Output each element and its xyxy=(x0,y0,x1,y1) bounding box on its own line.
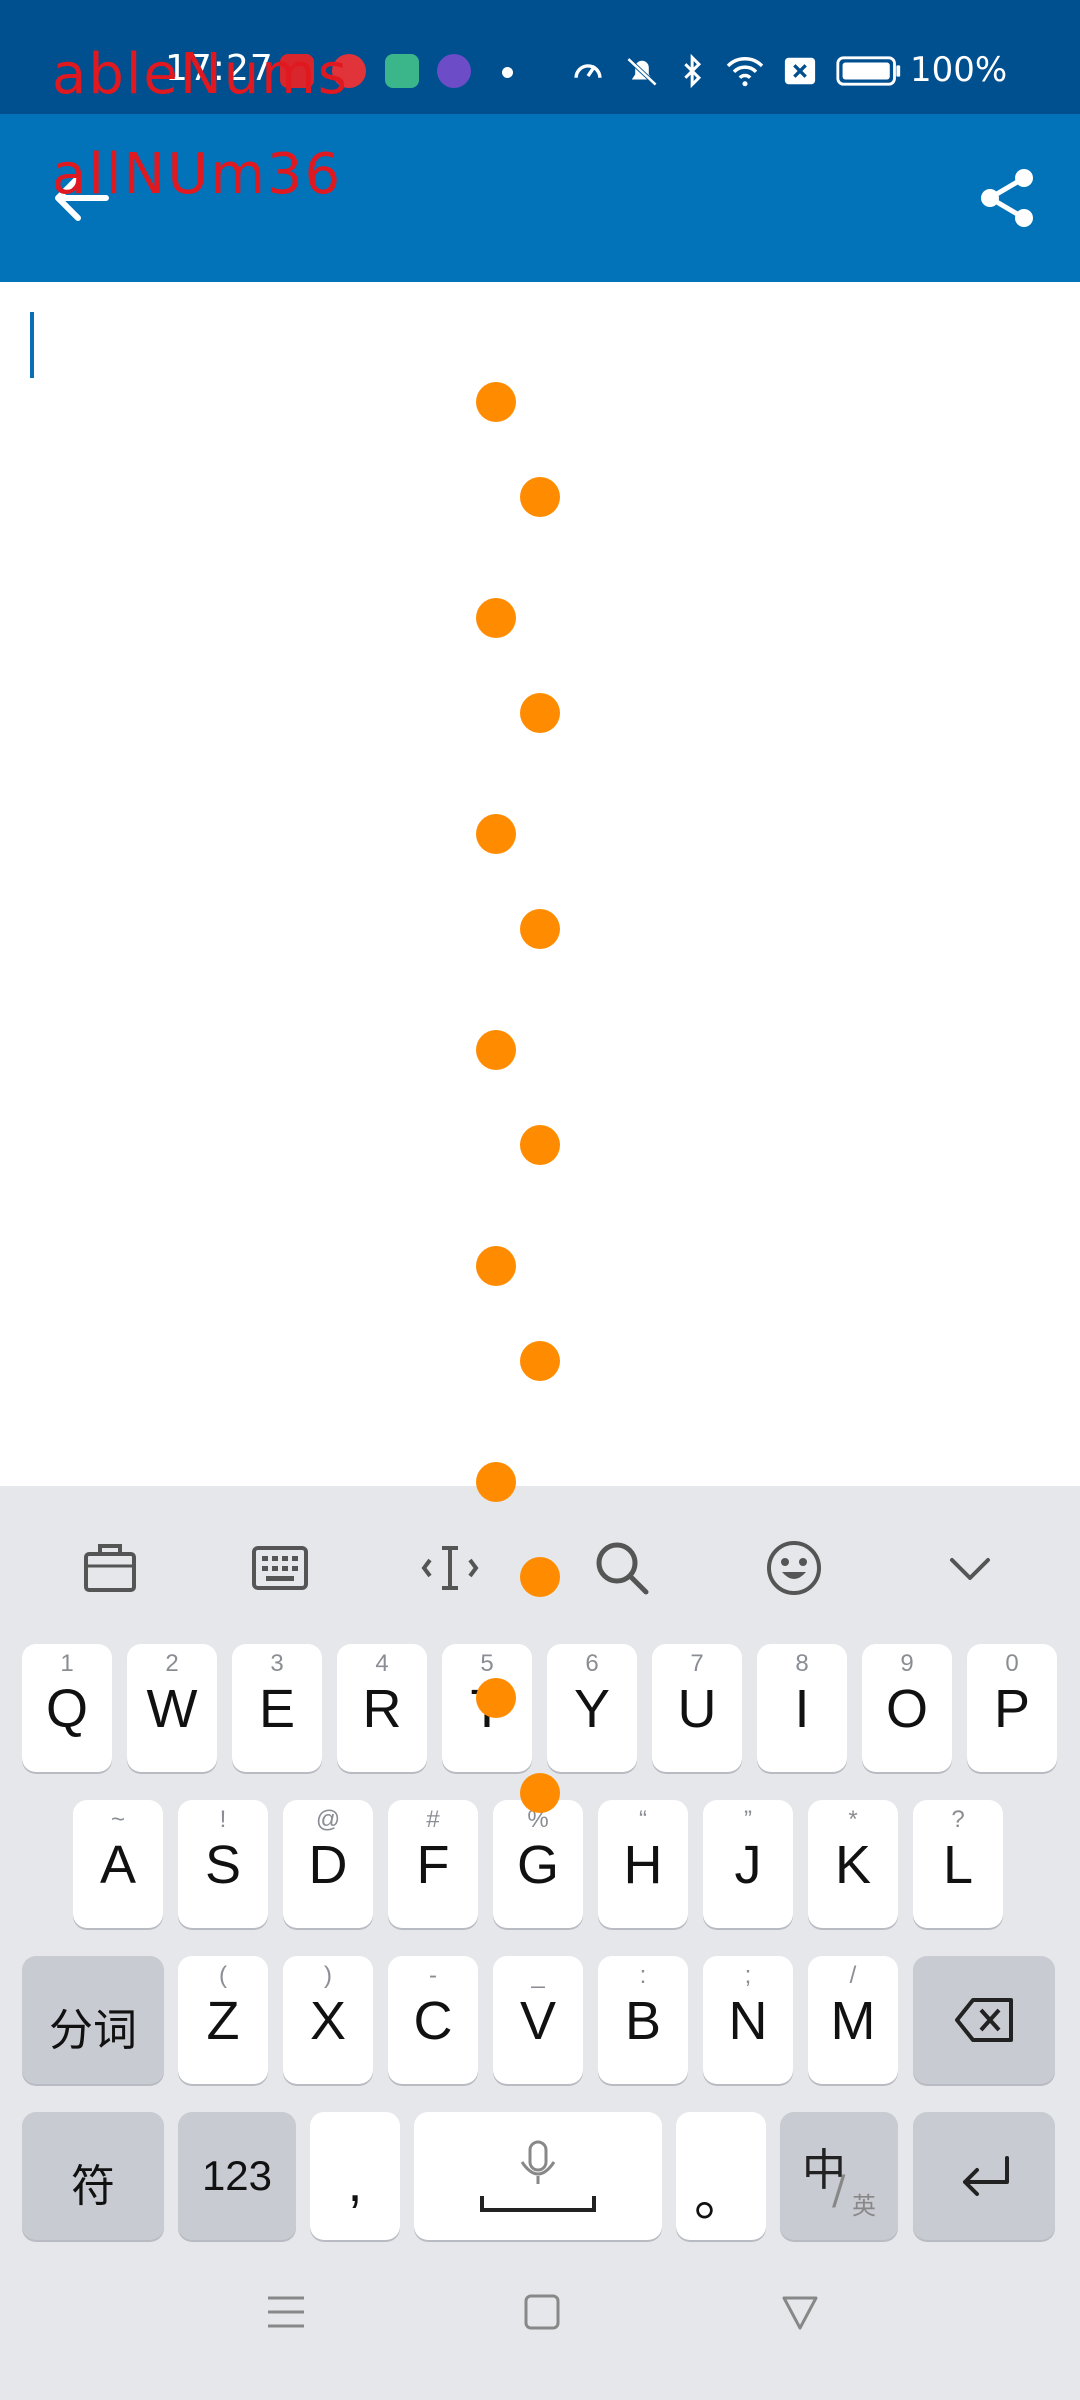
search-icon[interactable] xyxy=(592,1538,652,1598)
key-i[interactable]: 8I xyxy=(757,1644,847,1772)
key-g[interactable]: % G xyxy=(493,1800,583,1928)
touch-dot xyxy=(476,1678,516,1718)
key-a[interactable]: ~ A xyxy=(73,1800,163,1928)
key-j[interactable]: ” J xyxy=(703,1800,793,1928)
backspace-icon xyxy=(955,1998,1013,2042)
touch-dot xyxy=(520,1341,560,1381)
language-divider: / xyxy=(832,2168,846,2214)
enter-icon xyxy=(963,2156,1009,2196)
key-h[interactable]: “H xyxy=(598,1800,688,1928)
sim-off-icon xyxy=(784,57,816,85)
enter-key[interactable] xyxy=(913,2112,1055,2240)
touch-dot xyxy=(476,1246,516,1286)
text-editor[interactable] xyxy=(0,282,1080,1486)
space-key[interactable] xyxy=(414,2112,662,2240)
touch-dot xyxy=(520,693,560,733)
mute-bell-icon xyxy=(626,57,658,87)
wifi-icon xyxy=(726,57,764,87)
key-b[interactable]: :B xyxy=(598,1956,688,2084)
symbols-key[interactable]: 符 xyxy=(22,2112,164,2240)
browser-icon xyxy=(437,54,471,88)
key-x[interactable]: ) X xyxy=(283,1956,373,2084)
backspace-key[interactable] xyxy=(913,1956,1055,2084)
share-icon[interactable] xyxy=(976,166,1040,230)
language-switch-key[interactable]: 中 / 英 xyxy=(780,2112,898,2240)
more-notifications-icon xyxy=(502,67,513,78)
battery-icon xyxy=(836,56,901,86)
comma-key[interactable]: , xyxy=(310,2112,400,2240)
key-v[interactable]: _ V xyxy=(493,1956,583,2084)
touch-dot xyxy=(476,814,516,854)
overlay-text-2: allNUm36 xyxy=(52,142,343,207)
touch-dot xyxy=(520,909,560,949)
key-y[interactable]: 6Y xyxy=(547,1644,637,1772)
chevron-down-icon[interactable] xyxy=(940,1538,1000,1598)
language-en-label: 英 xyxy=(852,2192,876,2220)
text-caret xyxy=(30,312,34,378)
bluetooth-icon xyxy=(684,54,702,88)
key-d[interactable]: @ D xyxy=(283,1800,373,1928)
speed-icon xyxy=(574,64,602,78)
back-triangle-icon[interactable] xyxy=(778,2290,822,2334)
download-icon xyxy=(385,54,419,88)
key-k[interactable]: * K xyxy=(808,1800,898,1928)
key-s[interactable]: ! S xyxy=(178,1800,268,1928)
touch-dot xyxy=(476,1030,516,1070)
key-l[interactable]: ? L xyxy=(913,1800,1003,1928)
key-p[interactable]: 0P xyxy=(967,1644,1057,1772)
key-z[interactable]: (Z xyxy=(178,1956,268,2084)
period-key[interactable]: 。 xyxy=(676,2112,766,2240)
key-m[interactable]: / M xyxy=(808,1956,898,2084)
key-r[interactable]: 4R xyxy=(337,1644,427,1772)
home-icon[interactable] xyxy=(520,2290,564,2334)
touch-dot xyxy=(476,598,516,638)
touch-dot xyxy=(476,382,516,422)
key-q[interactable]: 1Q xyxy=(22,1644,112,1772)
briefcase-icon[interactable] xyxy=(80,1538,140,1598)
key-e[interactable]: 3E xyxy=(232,1644,322,1772)
key-c[interactable]: -C xyxy=(388,1956,478,2084)
key-n[interactable]: ; N xyxy=(703,1956,793,2084)
key-w[interactable]: 2W xyxy=(127,1644,217,1772)
touch-dot xyxy=(520,1125,560,1165)
touch-dot xyxy=(520,477,560,517)
emoji-icon[interactable] xyxy=(764,1538,824,1598)
menu-icon[interactable] xyxy=(264,2290,308,2334)
touch-dot xyxy=(476,1462,516,1502)
navigation-bar xyxy=(0,2250,1080,2400)
segment-key[interactable]: 分词 xyxy=(22,1956,164,2084)
key-u[interactable]: 7U xyxy=(652,1644,742,1772)
touch-dot xyxy=(520,1557,560,1597)
keyboard-icon[interactable] xyxy=(250,1538,310,1598)
text-cursor-icon[interactable] xyxy=(420,1538,480,1598)
microphone-icon xyxy=(480,2140,596,2212)
numbers-key[interactable]: 123 xyxy=(178,2112,296,2240)
battery-percent: 100% xyxy=(910,50,1008,90)
key-f[interactable]: # F xyxy=(388,1800,478,1928)
overlay-text-1: ableNums xyxy=(52,42,349,107)
touch-dot xyxy=(520,1773,560,1813)
key-o[interactable]: 9O xyxy=(862,1644,952,1772)
